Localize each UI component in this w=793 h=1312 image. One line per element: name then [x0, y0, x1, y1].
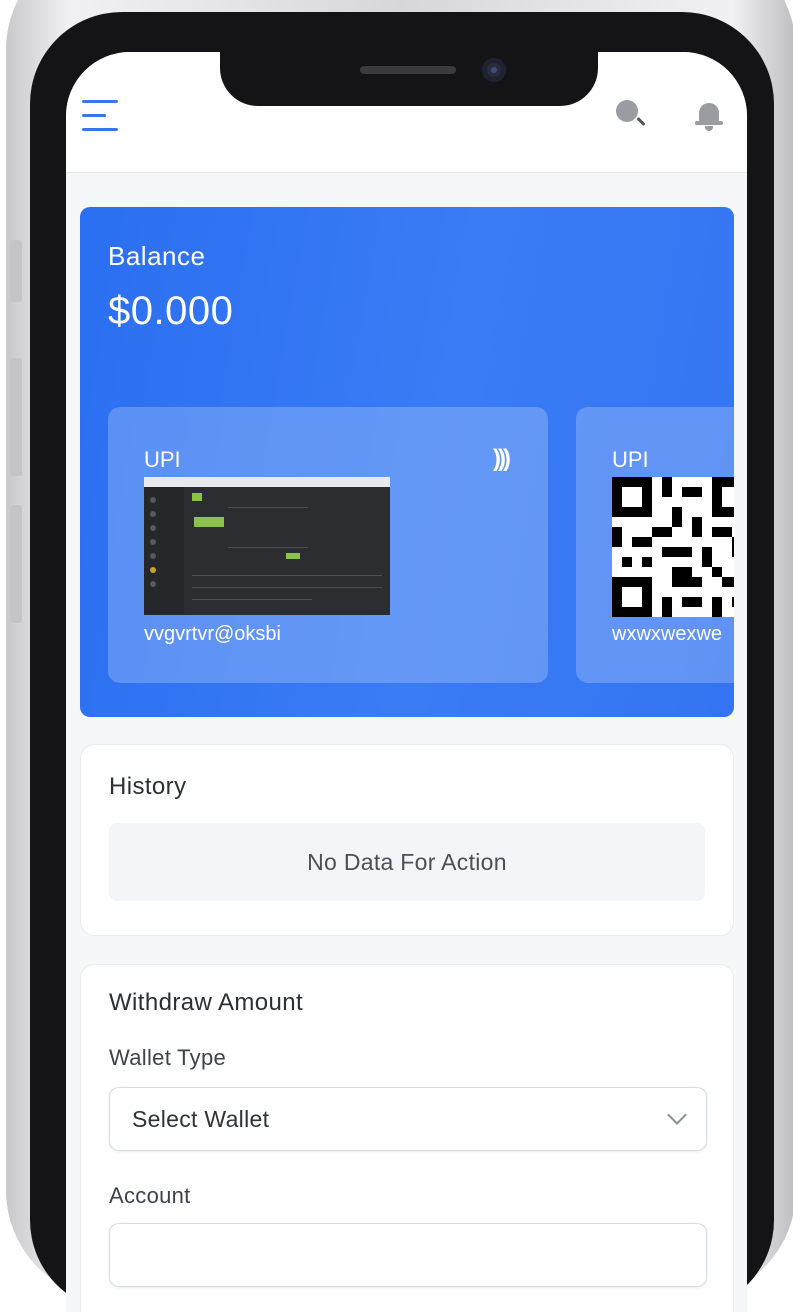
history-title: History	[109, 773, 187, 800]
bell-icon[interactable]	[694, 100, 726, 134]
hamburger-menu-icon[interactable]	[82, 98, 122, 134]
chevron-down-icon	[667, 1105, 687, 1125]
account-label: Account	[109, 1183, 191, 1208]
balance-label: Balance	[108, 241, 206, 271]
phone-volume-down-button	[10, 505, 22, 623]
qr-code-icon	[612, 477, 734, 617]
history-empty-state: No Data For Action	[109, 823, 705, 901]
withdraw-title: Withdraw Amount	[109, 989, 304, 1016]
wallet-type-select-value: Select Wallet	[132, 1106, 270, 1132]
wallet-type-select[interactable]: Select Wallet	[109, 1087, 707, 1151]
contactless-icon: )))	[493, 445, 511, 472]
upi-id: vvgvrtvr@oksbi	[144, 623, 281, 645]
balance-card: Balance $0.000 UPI ))) vvgvrtvr@oksbi UP…	[80, 207, 734, 717]
upi-screenshot-thumbnail	[144, 477, 390, 615]
search-icon[interactable]	[614, 98, 648, 134]
phone-notch	[220, 48, 598, 106]
history-card: History No Data For Action	[80, 744, 734, 936]
withdraw-card: Withdraw Amount Wallet Type Select Walle…	[80, 964, 734, 1312]
wallet-type-label: Wallet Type	[109, 1045, 227, 1070]
speaker-grille	[360, 66, 456, 74]
app-screen: Balance $0.000 UPI ))) vvgvrtvr@oksbi UP…	[66, 52, 747, 1312]
upi-card-title: UPI	[612, 447, 649, 472]
upi-card[interactable]: UPI ))) vvgvrtvr@oksbi	[108, 407, 548, 683]
upi-card-title: UPI	[144, 447, 181, 472]
phone-side-button	[10, 240, 22, 302]
upi-card[interactable]: UPI wxwxwexwe	[576, 407, 734, 683]
upi-id: wxwxwexwe	[612, 623, 723, 645]
front-camera	[482, 58, 506, 82]
account-input[interactable]	[109, 1223, 707, 1287]
history-empty-text: No Data For Action	[307, 849, 507, 875]
balance-amount: $0.000	[108, 289, 234, 333]
phone-volume-up-button	[10, 358, 22, 476]
